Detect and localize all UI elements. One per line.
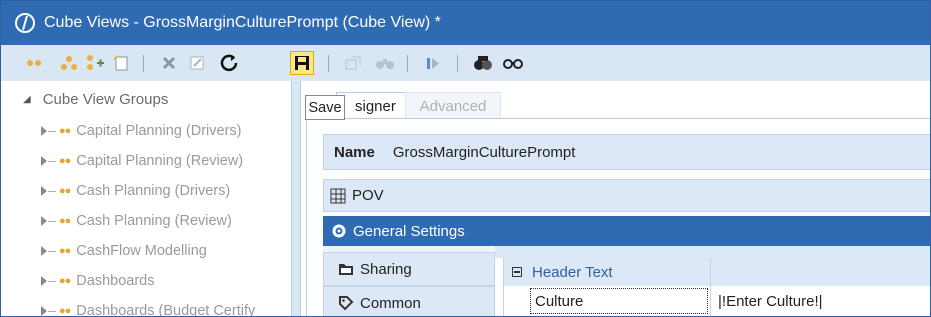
add-item-icon[interactable] — [83, 51, 107, 75]
tree-item-label: CashFlow Modelling — [76, 243, 207, 259]
tree-root-label: Cube View Groups — [42, 91, 169, 108]
cube-view-tree: ◢ Cube View Groups ●● Capital Planning (Dr… — [1, 81, 291, 317]
group-icon: ●● — [59, 275, 71, 287]
tab-designer[interactable]: signer — [336, 92, 409, 119]
expand-arrow-icon[interactable] — [41, 276, 47, 286]
tab-advanced[interactable]: Advanced — [405, 92, 501, 119]
expand-arrow-icon[interactable] — [41, 126, 47, 136]
copy-icon[interactable] — [109, 51, 133, 75]
save-icon[interactable] — [290, 51, 314, 75]
grid-section-header[interactable]: Header Text — [504, 258, 930, 286]
tab-advanced-label: Advanced — [419, 97, 487, 115]
delete-icon[interactable] — [157, 51, 181, 75]
tree-item-label: Capital Planning (Drivers) — [76, 123, 242, 139]
expand-arrow-icon[interactable] — [41, 156, 47, 166]
tag-icon — [338, 295, 354, 311]
property-grid-area: Header Text Culture |!Enter Culture!| — [495, 246, 930, 316]
nav-item-sharing[interactable]: Sharing — [323, 252, 495, 286]
tree-item[interactable]: ●● Dashboards (Budget Certify — [41, 301, 256, 317]
open-icon[interactable] — [341, 51, 365, 75]
tree-item-label: Cash Planning (Drivers) — [76, 183, 231, 199]
window-title: Cube Views - GrossMarginCulturePrompt (C… — [44, 14, 441, 31]
tree-item[interactable]: ●● Cash Planning (Drivers) — [41, 181, 230, 201]
pov-section-header[interactable]: POV — [323, 179, 930, 212]
search-icon[interactable] — [373, 51, 397, 75]
gear-icon — [331, 223, 347, 239]
app-logo-icon — [14, 12, 36, 34]
folder-icon — [338, 262, 354, 276]
tree-connector — [48, 250, 56, 252]
group-icon: ●● — [59, 215, 71, 227]
group-icon: ●● — [59, 245, 71, 257]
tree-item[interactable]: ●● CashFlow Modelling — [41, 241, 207, 261]
grid-row-value[interactable]: |!Enter Culture!| — [716, 288, 930, 314]
toolbar-separator — [328, 55, 329, 72]
refresh-icon[interactable] — [217, 51, 241, 75]
expand-arrow-icon[interactable] — [41, 306, 47, 316]
create-group-icon[interactable] — [23, 51, 47, 75]
toolbar-separator — [457, 55, 458, 72]
tab-strip: signer Advanced — [301, 81, 930, 119]
tab-designer-label: signer — [355, 97, 396, 115]
grid-row[interactable]: Culture |!Enter Culture!| — [504, 288, 930, 316]
nav-item-label: Sharing — [360, 260, 412, 278]
pov-icon — [330, 188, 346, 204]
group-icon: ●● — [59, 155, 71, 167]
property-grid: Header Text Culture |!Enter Culture!| — [503, 258, 930, 316]
arrow-icon[interactable] — [421, 51, 445, 75]
nav-item-label: Common — [360, 294, 421, 312]
general-settings-header[interactable]: General Settings — [323, 216, 930, 246]
tree-connector — [48, 280, 56, 282]
tree-connector — [48, 130, 56, 132]
panel-splitter[interactable] — [291, 81, 301, 316]
pov-label: POV — [352, 187, 384, 204]
toolbar-separator — [407, 55, 408, 72]
nav-item-common[interactable]: Common — [323, 286, 495, 316]
tree-root[interactable]: ◢ Cube View Groups — [23, 91, 168, 108]
settings-nav: Sharing Common — [323, 246, 495, 316]
expand-arrow-icon[interactable] — [41, 186, 47, 196]
tree-connector — [48, 220, 56, 222]
tree-connector — [48, 310, 56, 312]
tree-item[interactable]: ●● Capital Planning (Review) — [41, 151, 243, 171]
cube-views-window: Cube Views - GrossMarginCulturePrompt (C… — [0, 0, 931, 317]
grid-section-label: Header Text — [532, 263, 613, 281]
tree-item[interactable]: ●● Capital Planning (Drivers) — [41, 121, 242, 141]
rename-icon[interactable] — [185, 51, 209, 75]
tree-connector — [48, 190, 56, 192]
expand-arrow-icon[interactable] — [41, 216, 47, 226]
tree-connector — [48, 160, 56, 162]
tree-item-label: Capital Planning (Review) — [76, 153, 244, 169]
toolbar-separator — [143, 55, 144, 72]
create-profile-icon[interactable] — [57, 51, 81, 75]
name-value[interactable]: GrossMarginCulturePrompt — [393, 144, 576, 161]
tree-item[interactable]: ●● Dashboards — [41, 271, 154, 291]
group-icon: ●● — [59, 185, 71, 197]
collapse-arrow-icon[interactable]: ◢ — [23, 94, 31, 105]
grid-header-band — [495, 246, 930, 258]
tree-item-label: Cash Planning (Review) — [76, 213, 232, 229]
grid-row-label[interactable]: Culture — [530, 288, 708, 314]
tree-item[interactable]: ●● Cash Planning (Review) — [41, 211, 232, 231]
collapse-icon[interactable] — [512, 267, 522, 277]
name-label: Name — [334, 143, 375, 161]
title-bar: Cube Views - GrossMarginCulturePrompt (C… — [1, 1, 930, 45]
toolbar — [1, 45, 930, 82]
tree-item-label: Dashboards — [76, 273, 155, 289]
tree-item-label: Dashboards (Budget Certify — [76, 303, 256, 317]
group-icon: ●● — [59, 305, 71, 317]
save-tooltip: Save — [305, 95, 345, 120]
name-row: Name GrossMarginCulturePrompt — [323, 134, 930, 170]
cube-icon[interactable] — [471, 51, 495, 75]
glasses-icon[interactable] — [501, 51, 525, 75]
group-icon: ●● — [59, 125, 71, 137]
expand-arrow-icon[interactable] — [41, 246, 47, 256]
general-settings-label: General Settings — [353, 222, 465, 240]
